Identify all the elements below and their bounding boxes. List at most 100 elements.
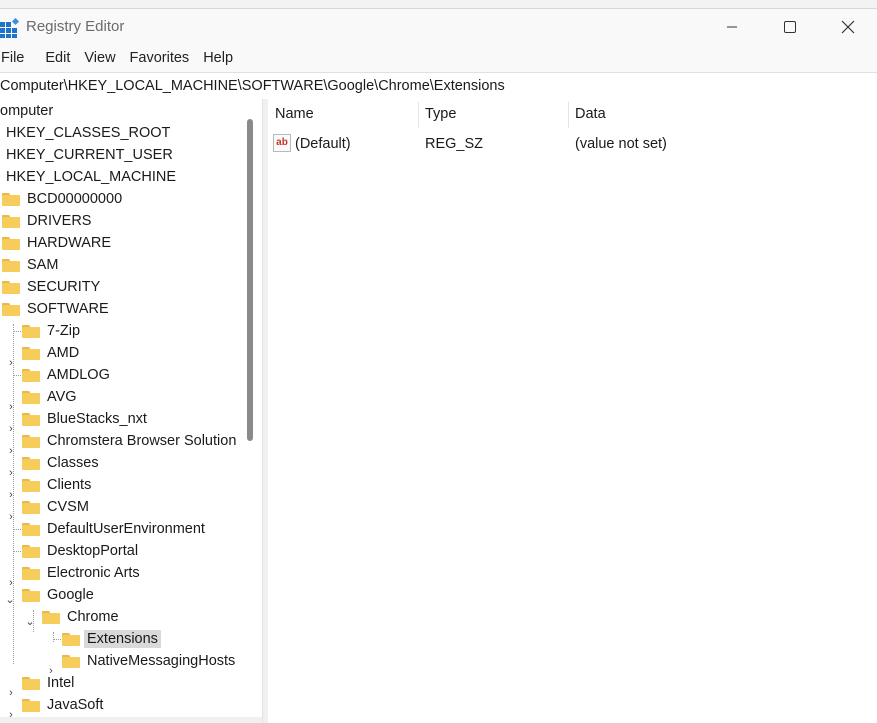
tree-item-electronic-arts[interactable]: Electronic Arts	[22, 562, 143, 584]
tree-item-extensions[interactable]: Extensions	[62, 628, 161, 650]
column-header-data[interactable]: Data	[575, 99, 606, 129]
chevron-right-icon[interactable]: ›	[6, 688, 16, 699]
tree-item-hklm[interactable]: HKEY_LOCAL_MACHINE	[3, 166, 179, 188]
tree-horizontal-scrollbar[interactable]	[0, 717, 263, 723]
folder-icon	[22, 699, 40, 712]
folder-icon	[22, 435, 40, 448]
menu-edit[interactable]: Edit	[38, 50, 77, 66]
tree-item-amdlog[interactable]: AMDLOG	[22, 364, 113, 386]
folder-icon	[22, 325, 40, 338]
tree-connector-chrome	[53, 632, 54, 642]
tree-item-nativemessaginghosts[interactable]: NativeMessagingHosts	[62, 650, 238, 672]
title-bar[interactable]: Registry Editor	[0, 9, 877, 45]
column-divider[interactable]	[568, 102, 569, 128]
menu-help[interactable]: Help	[196, 50, 240, 66]
folder-icon	[22, 545, 40, 558]
scroll-thumb[interactable]	[247, 119, 253, 441]
tree-item-bluestacks[interactable]: BlueStacks_nxt	[22, 408, 150, 430]
tree-connector	[14, 331, 21, 332]
chevron-right-icon[interactable]: ›	[6, 446, 16, 457]
folder-icon	[22, 567, 40, 580]
string-value-icon: ab	[273, 134, 291, 152]
tree-item-software[interactable]: SOFTWARE	[2, 298, 112, 320]
tree-connector	[14, 529, 21, 530]
menu-view[interactable]: View	[77, 50, 122, 66]
folder-icon	[22, 479, 40, 492]
folder-icon	[42, 611, 60, 624]
tree-item-clients[interactable]: Clients	[22, 474, 94, 496]
registry-editor-icon	[0, 18, 20, 38]
tree-connector	[14, 551, 21, 552]
folder-icon	[22, 523, 40, 536]
tree-item-computer[interactable]: omputer	[0, 100, 56, 122]
close-button[interactable]	[819, 9, 877, 45]
tree-connector	[54, 639, 61, 640]
menu-bar: File Edit View Favorites Help	[0, 47, 240, 69]
tree-item-avg[interactable]: AVG	[22, 386, 80, 408]
tree-item-chrome[interactable]: Chrome	[42, 606, 122, 628]
tree-item-google[interactable]: Google	[22, 584, 97, 606]
maximize-button[interactable]	[761, 9, 819, 45]
tree-item-javasoft[interactable]: JavaSoft	[22, 694, 106, 716]
folder-icon	[22, 501, 40, 514]
chevron-down-icon[interactable]: ⌄	[25, 617, 35, 628]
tree-connector	[14, 375, 21, 376]
minimize-icon	[727, 26, 737, 28]
chevron-down-icon[interactable]: ⌄	[5, 595, 15, 606]
tree-item-hkcr[interactable]: HKEY_CLASSES_ROOT	[3, 122, 173, 144]
close-icon	[841, 20, 855, 34]
folder-icon	[2, 303, 20, 316]
tree-item-cvsm[interactable]: CVSM	[22, 496, 92, 518]
tree-item-hkcu[interactable]: HKEY_CURRENT_USER	[3, 144, 176, 166]
tree-item-amd[interactable]: AMD	[22, 342, 82, 364]
value-type: REG_SZ	[425, 136, 484, 152]
folder-icon	[2, 193, 20, 206]
folder-icon	[22, 391, 40, 404]
tree-item-7zip[interactable]: 7-Zip	[22, 320, 83, 342]
folder-icon	[62, 655, 80, 668]
column-divider[interactable]	[418, 102, 419, 128]
folder-icon	[22, 413, 40, 426]
tree-scrollbar[interactable]	[241, 99, 263, 717]
tree-item-security[interactable]: SECURITY	[2, 276, 103, 298]
tree-item-defaultuserenv[interactable]: DefaultUserEnvironment	[22, 518, 208, 540]
minimize-button[interactable]	[703, 9, 761, 45]
folder-icon	[22, 677, 40, 690]
chevron-right-icon[interactable]: ›	[6, 358, 16, 369]
address-path[interactable]: Computer\HKEY_LOCAL_MACHINE\SOFTWARE\Goo…	[0, 78, 505, 94]
chevron-right-icon[interactable]: ›	[6, 424, 16, 435]
folder-icon	[2, 259, 20, 272]
window-title: Registry Editor	[26, 18, 125, 35]
value-row[interactable]: ab (Default) REG_SZ (value not set)	[268, 133, 868, 155]
menu-file[interactable]: File	[0, 50, 38, 66]
address-bar[interactable]: Computer\HKEY_LOCAL_MACHINE\SOFTWARE\Goo…	[0, 72, 877, 100]
column-header-type[interactable]: Type	[425, 99, 456, 129]
tree-item-classes[interactable]: Classes	[22, 452, 102, 474]
chevron-right-icon[interactable]: ›	[6, 512, 16, 523]
folder-icon	[2, 237, 20, 250]
tree-item-hardware[interactable]: HARDWARE	[2, 232, 114, 254]
key-tree[interactable]: omputer HKEY_CLASSES_ROOT HKEY_CURRENT_U…	[0, 99, 241, 717]
chevron-right-icon[interactable]: ›	[6, 490, 16, 501]
value-data: (value not set)	[575, 136, 667, 152]
folder-icon	[62, 633, 80, 646]
tree-item-chromstera[interactable]: Chromstera Browser Solution	[22, 430, 239, 452]
registry-editor-window: Registry Editor File Edit View Favorites…	[0, 8, 877, 723]
values-list[interactable]: Name Type Data ab (Default) REG_SZ (valu…	[268, 99, 877, 723]
folder-icon	[22, 369, 40, 382]
tree-item-sam[interactable]: SAM	[2, 254, 61, 276]
folder-icon	[2, 215, 20, 228]
tree-item-desktopportal[interactable]: DesktopPortal	[22, 540, 141, 562]
chevron-right-icon[interactable]: ›	[6, 468, 16, 479]
menu-favorites[interactable]: Favorites	[123, 50, 197, 66]
folder-icon	[2, 281, 20, 294]
chevron-right-icon[interactable]: ›	[6, 402, 16, 413]
tree-item-intel[interactable]: Intel	[22, 672, 77, 694]
chevron-right-icon[interactable]: ›	[6, 578, 16, 589]
tree-item-drivers[interactable]: DRIVERS	[2, 210, 94, 232]
column-header-name[interactable]: Name	[275, 99, 314, 129]
chevron-right-icon[interactable]: ›	[6, 710, 16, 718]
value-name: (Default)	[295, 136, 351, 152]
tree-item-bcd[interactable]: BCD00000000	[2, 188, 125, 210]
folder-icon	[22, 347, 40, 360]
